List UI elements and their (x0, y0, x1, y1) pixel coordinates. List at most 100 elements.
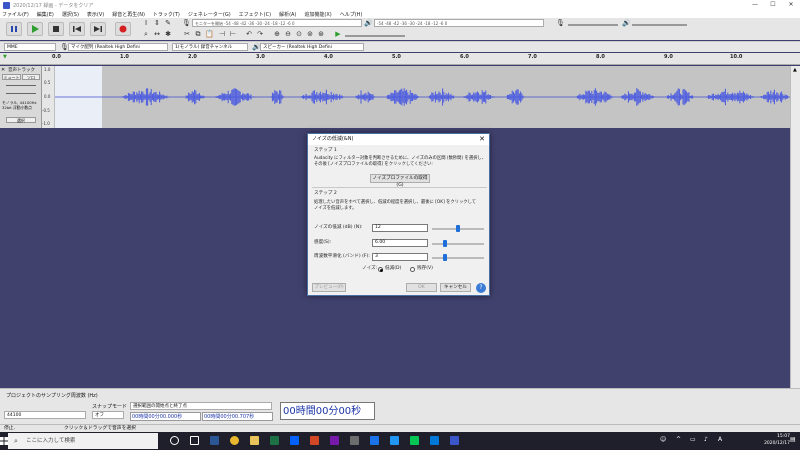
smoothing-input[interactable]: 3 (372, 253, 428, 261)
playback-device-select[interactable]: スピーカー (Realtek High Defini (260, 43, 364, 51)
cancel-button[interactable]: キャンセル (440, 283, 471, 292)
menu-effect[interactable]: エフェクト(C) (239, 11, 271, 18)
taskbar-clock[interactable]: 15:07 2020/12/17 (750, 433, 790, 447)
powerpoint-icon[interactable] (310, 436, 319, 445)
sensitivity-input[interactable]: 6.00 (372, 239, 428, 247)
cortana-icon[interactable] (170, 436, 179, 445)
playback-meter[interactable]: -54 -48 -42 -36 -30 -24 -18 -12 -6 0 (374, 19, 544, 27)
envelope-tool-icon[interactable]: ⇕ (153, 19, 161, 27)
noise-reduction-slider-thumb[interactable] (456, 225, 460, 232)
fit-selection-icon[interactable]: ⊙ (295, 30, 303, 38)
minimize-button[interactable]: — (746, 0, 764, 10)
volume-tray-icon[interactable]: ♪ (704, 436, 708, 443)
audacity-taskbar-icon[interactable] (450, 436, 459, 445)
word-icon[interactable] (210, 436, 219, 445)
people-icon[interactable]: ☺ (660, 436, 666, 443)
line-icon[interactable] (410, 436, 419, 445)
waveform[interactable] (55, 66, 790, 128)
pan-slider[interactable] (6, 93, 36, 94)
maximize-button[interactable]: ☐ (764, 0, 782, 10)
mute-button[interactable]: ミュート (2, 74, 21, 80)
timeshift-tool-icon[interactable]: ↔ (153, 30, 161, 38)
paste-icon[interactable]: 📋 (205, 30, 214, 38)
record-meter[interactable]: モニターを開始 -54 -48 -42 -36 -30 -24 -18 -12 … (192, 19, 362, 27)
play-button[interactable] (27, 22, 43, 36)
lstep-icon[interactable] (370, 436, 379, 445)
menu-analyze[interactable]: 解析(A) (279, 11, 296, 18)
notification-icon[interactable]: ▤ (790, 436, 796, 443)
snap-mode-select[interactable]: オフ (92, 411, 124, 419)
menu-tracks[interactable]: トラック(T) (153, 11, 180, 18)
audio-position-display[interactable]: 00時間00分00秒 (280, 402, 375, 420)
play-at-speed-icon[interactable]: ▶ (334, 30, 342, 38)
sensitivity-slider[interactable] (432, 243, 484, 245)
fit-project-icon[interactable]: ⊚ (306, 30, 314, 38)
skip-to-start-button[interactable] (69, 22, 85, 36)
recording-device-select[interactable]: マイク配列 (Realtek High Defini (68, 43, 168, 51)
silence-icon[interactable]: ⊢ (229, 30, 237, 38)
menu-generate[interactable]: ジェネレーター(G) (188, 11, 231, 18)
redo-icon[interactable]: ↷ (256, 30, 264, 38)
pause-button[interactable] (6, 22, 22, 36)
multi-tool-icon[interactable]: ✱ (164, 30, 172, 38)
residue-radio[interactable] (410, 267, 415, 272)
menu-select[interactable]: 選択(S) (62, 11, 79, 18)
smoothing-slider-thumb[interactable] (443, 254, 447, 261)
selection-tool-icon[interactable]: I (142, 19, 150, 27)
scroll-up-icon[interactable]: ▲ (793, 67, 797, 73)
menu-view[interactable]: 表示(V) (87, 11, 104, 18)
help-button[interactable]: ? (476, 283, 486, 293)
menu-transport[interactable]: 録音と再生(N) (112, 11, 145, 18)
menu-edit[interactable]: 編集(E) (37, 11, 54, 18)
speaker-volume-slider[interactable] (632, 24, 687, 26)
menu-file[interactable]: ファイル(F) (2, 11, 29, 18)
selection-range-select[interactable]: 選択範囲の開始点と終了点 (130, 402, 272, 410)
project-rate-select[interactable]: 44100 (4, 411, 86, 419)
menu-tools[interactable]: 追加機能(X) (304, 11, 331, 18)
skip-to-end-button[interactable] (90, 22, 106, 36)
noise-reduction-input[interactable]: 12 (372, 224, 428, 232)
copy-icon[interactable]: ⧉ (194, 30, 202, 38)
track-name[interactable]: 音声トラック (8, 67, 35, 73)
taskbar-search-box[interactable]: ⌕ ここに入力して検索 (8, 433, 158, 449)
draw-tool-icon[interactable]: ✎ (164, 19, 172, 27)
menu-help[interactable]: ヘルプ(H) (340, 11, 363, 18)
timeline-play-head-icon[interactable]: ▼ (3, 54, 7, 60)
play-speed-slider[interactable] (345, 35, 405, 37)
recording-channels-select[interactable]: 1(モノラル) 録音チャンネル (172, 43, 248, 51)
cut-icon[interactable]: ✂ (183, 30, 191, 38)
zoom-app-icon[interactable] (390, 436, 399, 445)
reduce-radio-label[interactable]: 低減(D) (385, 266, 401, 272)
vertical-scale[interactable]: 1.0 0.5 0.0 -0.5 -1.0 (42, 66, 54, 128)
close-window-button[interactable]: ✕ (782, 0, 800, 10)
onenote-icon[interactable] (330, 436, 339, 445)
zoom-in-icon[interactable]: ⊕ (273, 30, 281, 38)
timeline-ruler[interactable]: ▼ 0.0 1.0 2.0 3.0 4.0 5.0 6.0 7.0 8.0 9.… (0, 53, 800, 65)
zoom-toggle-icon[interactable]: ⊛ (317, 30, 325, 38)
file-explorer-icon[interactable] (250, 436, 259, 445)
store-icon[interactable] (430, 436, 439, 445)
app-icon[interactable] (350, 436, 359, 445)
excel-icon[interactable] (270, 436, 279, 445)
zoom-tool-icon[interactable]: ⌕ (142, 30, 150, 38)
track-close-icon[interactable]: ✕ (1, 67, 5, 73)
ime-icon[interactable]: A (718, 436, 722, 443)
selection-start-time[interactable]: 00時間00分00.000秒 (130, 412, 201, 421)
audio-host-select[interactable]: MME (4, 43, 56, 51)
chrome-icon[interactable] (230, 436, 239, 445)
preview-button[interactable]: プレビュー(P) (312, 283, 346, 292)
reduce-radio[interactable] (378, 267, 383, 272)
undo-icon[interactable]: ↶ (245, 30, 253, 38)
trim-icon[interactable]: ⊣ (218, 30, 226, 38)
ok-button[interactable]: OK (406, 283, 437, 292)
solo-button[interactable]: ソロ (22, 74, 40, 80)
task-view-icon[interactable] (190, 436, 199, 445)
tray-chevron-icon[interactable]: ^ (676, 436, 681, 443)
residue-radio-label[interactable]: 残存(V) (417, 266, 433, 272)
track-select-button[interactable]: 選択 (6, 117, 36, 123)
stop-button[interactable] (48, 22, 64, 36)
get-noise-profile-button[interactable]: ノイズプロファイルの取得(G) (370, 174, 430, 188)
zoom-out-icon[interactable]: ⊖ (284, 30, 292, 38)
vertical-scrollbar[interactable]: ▲ (790, 66, 800, 388)
gain-slider[interactable] (6, 85, 36, 86)
